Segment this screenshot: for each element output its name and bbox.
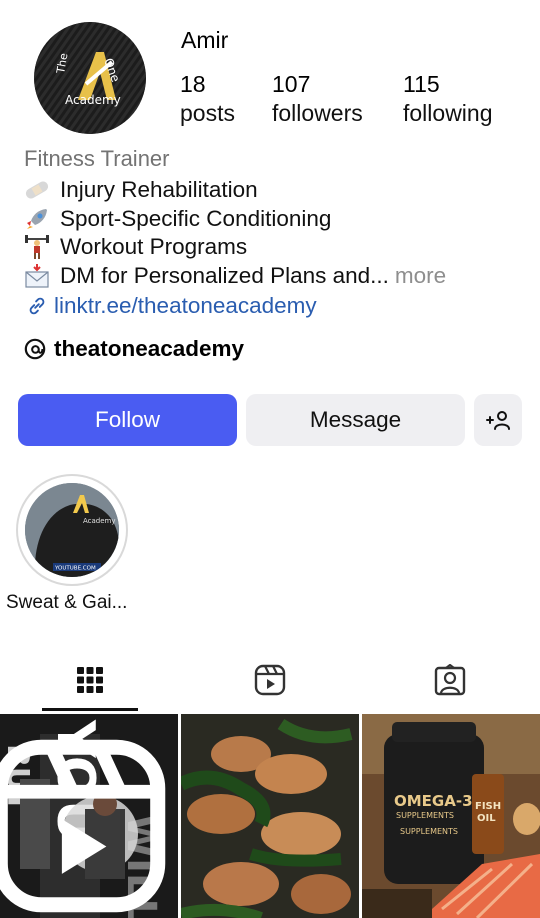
post-tile-1[interactable]: BUT YOU WILL xyxy=(0,714,178,918)
svg-text:OMEGA-3: OMEGA-3 xyxy=(394,792,473,810)
followers-count: 107 xyxy=(272,71,311,97)
profile-bio: Injury Rehabilitation Sport-Specific Con… xyxy=(24,176,524,322)
threads-icon xyxy=(24,338,46,360)
add-user-icon xyxy=(486,411,510,430)
profile-category: Fitness Trainer xyxy=(24,146,170,171)
highlight-cover: Academy YOUTUBE.COM xyxy=(25,483,119,577)
suggested-users-button[interactable] xyxy=(474,394,522,446)
svg-text:YOUTUBE.COM: YOUTUBE.COM xyxy=(54,566,96,572)
bio-link-text: linktr.ee/theatoneacademy xyxy=(54,293,317,318)
bio-text-2: Sport-Specific Conditioning xyxy=(60,205,332,231)
tab-posts-grid[interactable] xyxy=(0,650,180,710)
follow-button[interactable]: Follow xyxy=(18,394,237,446)
reel-badge-icon xyxy=(0,739,166,913)
bio-line-1: Injury Rehabilitation xyxy=(24,176,524,205)
reels-icon xyxy=(254,664,286,696)
posts-grid: BUT YOU WILL OMEGA-3 SUPPLEMENTS SUPPLEM… xyxy=(0,714,540,918)
followers-stat[interactable]: 107 followers xyxy=(272,70,363,128)
following-stat[interactable]: 115 following xyxy=(403,70,493,128)
threads-badge[interactable]: theatoneacademy xyxy=(24,336,244,362)
svg-text:SUPPLEMENTS: SUPPLEMENTS xyxy=(400,827,458,836)
followers-label: followers xyxy=(272,100,363,126)
grid-icon xyxy=(77,667,103,693)
bio-line-4: DM for Personalized Plans and... more xyxy=(24,262,524,291)
posts-label: posts xyxy=(180,100,235,126)
envelope-icon xyxy=(24,263,54,289)
message-button[interactable]: Message xyxy=(246,394,465,446)
active-tab-indicator xyxy=(42,708,138,711)
bio-text-4: DM for Personalized Plans and... xyxy=(60,262,389,288)
link-icon xyxy=(29,297,45,315)
story-highlight[interactable]: Academy YOUTUBE.COM xyxy=(16,474,128,586)
svg-text:OIL: OIL xyxy=(477,813,496,824)
profile-username: Amir xyxy=(181,27,229,53)
svg-text:Academy: Academy xyxy=(83,517,116,525)
bio-text-3: Workout Programs xyxy=(60,234,248,260)
bio-external-link[interactable]: linktr.ee/theatoneacademy xyxy=(24,290,524,322)
rocket-icon xyxy=(24,206,54,232)
tagged-icon xyxy=(434,664,466,696)
following-count: 115 xyxy=(403,71,440,97)
tab-tagged[interactable] xyxy=(360,650,540,710)
bio-line-3: Workout Programs xyxy=(24,233,524,262)
posts-count: 18 xyxy=(180,71,206,97)
bandage-icon xyxy=(24,177,54,203)
weightlifter-icon xyxy=(24,234,54,260)
following-label: following xyxy=(403,100,493,126)
academy-logo: The One Academy xyxy=(34,22,146,134)
profile-avatar[interactable]: The One Academy xyxy=(34,22,146,134)
bio-line-2: Sport-Specific Conditioning xyxy=(24,205,524,234)
bio-text-1: Injury Rehabilitation xyxy=(60,177,258,203)
bio-more-link[interactable]: more xyxy=(395,263,446,289)
svg-text:SUPPLEMENTS: SUPPLEMENTS xyxy=(396,811,454,820)
tab-reels[interactable] xyxy=(180,650,360,710)
posts-stat[interactable]: 18 posts xyxy=(180,70,235,128)
post-tile-3[interactable]: OMEGA-3 SUPPLEMENTS SUPPLEMENTS FISH OIL xyxy=(362,714,540,918)
threads-handle: theatoneacademy xyxy=(54,336,245,361)
post-tile-2[interactable] xyxy=(181,714,359,918)
svg-text:FISH: FISH xyxy=(475,801,501,812)
svg-text:Academy: Academy xyxy=(65,93,121,107)
profile-tabs xyxy=(0,650,540,712)
highlight-label: Sweat & Gai... xyxy=(6,592,128,613)
